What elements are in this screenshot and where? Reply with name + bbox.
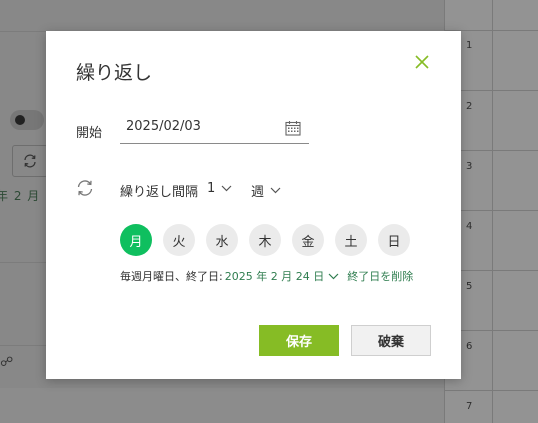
unit-dropdown[interactable]: 週 bbox=[251, 181, 281, 200]
grid-line bbox=[444, 390, 538, 391]
start-label: 開始 bbox=[76, 126, 103, 141]
repeat-icon bbox=[77, 180, 93, 196]
repeat-dialog: 繰り返し 開始 繰り返し間隔 1 週 月 火 水 bbox=[46, 31, 461, 379]
row-number: 2 bbox=[466, 101, 473, 112]
background-repeat-button bbox=[12, 145, 48, 177]
dialog-title: 繰り返し bbox=[76, 62, 153, 84]
repeat-icon bbox=[24, 154, 36, 168]
end-date-value: 2025 年 2 月 24 日 bbox=[224, 270, 325, 283]
attachment-icon: ☍ bbox=[0, 355, 14, 370]
recurrence-summary: 毎週月曜日、終了日: 2025 年 2 月 24 日 終了日を削除 bbox=[120, 268, 413, 284]
row-number: 4 bbox=[466, 221, 473, 232]
chevron-down-icon bbox=[221, 185, 232, 192]
row-number: 3 bbox=[466, 161, 473, 172]
day-sunday[interactable]: 日 bbox=[378, 224, 410, 256]
row-number: 7 bbox=[466, 401, 473, 412]
end-date-dropdown[interactable]: 2025 年 2 月 24 日 bbox=[225, 268, 339, 284]
day-friday[interactable]: 金 bbox=[292, 224, 324, 256]
repeat-interval-label: 繰り返し間隔 bbox=[120, 185, 199, 200]
day-tuesday[interactable]: 火 bbox=[163, 224, 195, 256]
start-date-input[interactable] bbox=[126, 119, 276, 134]
row-number: 5 bbox=[466, 281, 473, 292]
interval-value: 1 bbox=[207, 181, 216, 196]
unit-value: 週 bbox=[251, 185, 265, 200]
day-saturday[interactable]: 土 bbox=[335, 224, 367, 256]
background-toggle bbox=[10, 110, 44, 130]
start-date-field[interactable] bbox=[120, 113, 309, 144]
grid-line bbox=[492, 0, 493, 423]
day-wednesday[interactable]: 水 bbox=[206, 224, 238, 256]
remove-end-date-link[interactable]: 終了日を削除 bbox=[347, 268, 413, 284]
interval-dropdown[interactable]: 1 bbox=[207, 181, 232, 196]
background-footer bbox=[0, 388, 444, 423]
chevron-down-icon bbox=[270, 187, 281, 194]
row-number: 1 bbox=[466, 40, 473, 51]
close-icon[interactable] bbox=[413, 53, 431, 71]
day-thursday[interactable]: 木 bbox=[249, 224, 281, 256]
day-monday[interactable]: 月 bbox=[120, 224, 152, 256]
row-number: 6 bbox=[466, 341, 473, 352]
discard-button[interactable]: 破棄 bbox=[351, 325, 431, 356]
calendar-icon[interactable] bbox=[284, 119, 302, 137]
chevron-down-icon bbox=[328, 273, 339, 279]
save-button[interactable]: 保存 bbox=[259, 325, 339, 356]
summary-text: 毎週月曜日、終了日: bbox=[120, 270, 223, 283]
